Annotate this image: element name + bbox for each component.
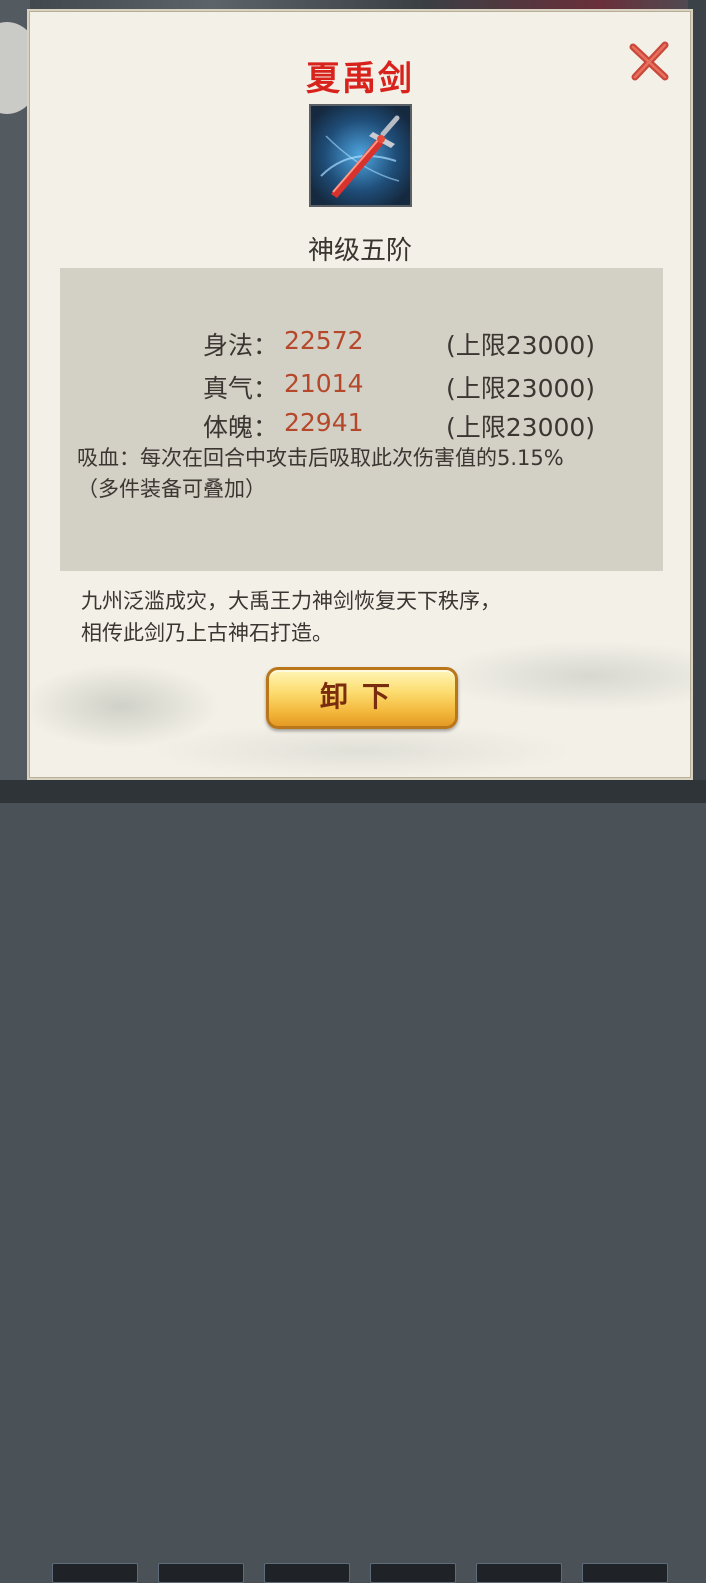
stat-label: 体魄： (203, 413, 279, 442)
background-slot (52, 1563, 138, 1583)
stat-row: 体魄： 22941 (上限23000) (60, 408, 663, 444)
background-slot (158, 1563, 244, 1583)
stat-cap: (上限23000) (446, 331, 596, 360)
stat-label: 真气： (203, 374, 279, 403)
background-bottom-bar (0, 780, 706, 1583)
stat-value: 21014 (284, 369, 364, 398)
background-left-strip (0, 0, 30, 803)
item-icon-frame (309, 104, 412, 207)
stat-cap: (上限23000) (446, 413, 596, 442)
background-slot (370, 1563, 456, 1583)
close-x-icon (629, 41, 669, 81)
item-grade: 神级五阶 (307, 236, 412, 266)
effect-line: 吸血：每次在回合中攻击后吸取此次伤害值的5.15% (77, 446, 564, 470)
effect-line: （多件装备可叠加） (77, 477, 266, 501)
background-slot (476, 1563, 562, 1583)
close-button[interactable] (627, 39, 671, 83)
stat-label: 身法： (203, 331, 279, 360)
sword-icon (311, 106, 410, 205)
description-line: 九州泛滥成灾，大禹王力神剑恢复天下秩序， (81, 589, 501, 613)
description-line: 相传此剑乃上古神石打造。 (81, 621, 333, 645)
special-effect-text: 吸血：每次在回合中攻击后吸取此次伤害值的5.15% （多件装备可叠加） (77, 443, 657, 505)
stats-panel: 身法： 22572 (上限23000) 真气： 21014 (上限23000) … (60, 268, 663, 571)
background-slot (582, 1563, 668, 1583)
unequip-button[interactable]: 卸下 (266, 667, 458, 729)
stat-row: 真气： 21014 (上限23000) (60, 369, 663, 405)
item-detail-dialog: 夏禹剑 神级五阶 身法： 22572 (上限23000) 真气： 21014 (… (27, 9, 693, 780)
background-slot (264, 1563, 350, 1583)
stat-value: 22941 (284, 408, 364, 437)
item-title: 夏禹剑 (306, 59, 414, 99)
stat-row: 身法： 22572 (上限23000) (60, 326, 663, 362)
stat-value: 22572 (284, 326, 364, 355)
stat-cap: (上限23000) (446, 374, 596, 403)
item-description: 九州泛滥成灾，大禹王力神剑恢复天下秩序， 相传此剑乃上古神石打造。 (81, 585, 641, 649)
